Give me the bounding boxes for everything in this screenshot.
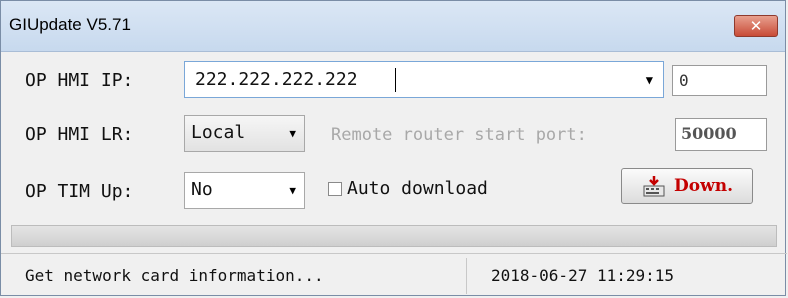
router-port-label: Remote router start port: bbox=[331, 125, 587, 145]
tim-selected-value: No bbox=[191, 179, 213, 200]
ip-value[interactable]: 222.222.222.222 bbox=[195, 69, 358, 90]
tim-select[interactable]: No ▼ bbox=[184, 172, 305, 209]
auto-download-checkbox[interactable] bbox=[328, 182, 342, 196]
ip-combobox[interactable]: 222.222.222.222 ▼ bbox=[184, 61, 664, 98]
window-title: GIUpdate V5.71 bbox=[9, 15, 131, 34]
tim-label: OP TIM Up: bbox=[25, 181, 134, 202]
ip-port-value: 0 bbox=[679, 71, 689, 90]
status-divider bbox=[466, 258, 467, 294]
ip-label: OP HMI IP: bbox=[25, 70, 134, 91]
lr-label: OP HMI LR: bbox=[25, 124, 134, 145]
ip-port-input[interactable]: 0 bbox=[672, 65, 767, 96]
close-icon: ✕ bbox=[749, 17, 763, 35]
close-button[interactable]: ✕ bbox=[734, 15, 778, 37]
chevron-down-icon[interactable]: ▼ bbox=[289, 184, 296, 197]
chevron-down-icon[interactable]: ▼ bbox=[289, 127, 296, 140]
router-port-input[interactable]: 50000 bbox=[675, 118, 767, 151]
chevron-down-icon[interactable]: ▼ bbox=[646, 73, 653, 87]
text-caret bbox=[395, 68, 396, 92]
status-message: Get network card information... bbox=[25, 266, 324, 285]
status-bar: Get network card information... 2018-06-… bbox=[1, 253, 787, 297]
lr-selected-value: Local bbox=[191, 122, 246, 143]
status-datetime: 2018-06-27 11:29:15 bbox=[491, 266, 675, 285]
progress-bar bbox=[11, 225, 777, 247]
lr-select[interactable]: Local ▼ bbox=[184, 115, 305, 152]
auto-download-label[interactable]: Auto download bbox=[347, 178, 488, 199]
main-window: GIUpdate V5.71 ✕ OP HMI IP: 222.222.222.… bbox=[0, 0, 787, 297]
down-button-label: Down. bbox=[674, 176, 733, 196]
download-icon bbox=[643, 176, 665, 197]
router-port-value: 50000 bbox=[681, 124, 737, 143]
title-bar[interactable]: GIUpdate V5.71 ✕ bbox=[1, 1, 785, 52]
down-button[interactable]: Down. bbox=[621, 168, 753, 204]
